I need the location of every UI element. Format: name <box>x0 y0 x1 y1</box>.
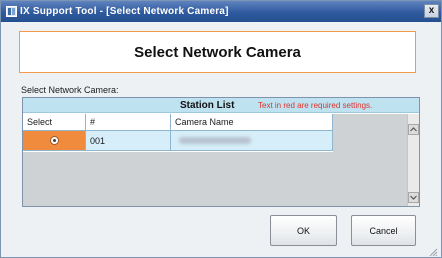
select-radio[interactable] <box>49 136 59 145</box>
select-cell[interactable] <box>23 131 86 150</box>
station-list-title: Station List <box>180 100 235 111</box>
header-panel: Select Network Camera <box>19 31 416 73</box>
column-header-row: Select # Camera Name <box>23 114 333 131</box>
app-icon <box>5 6 17 18</box>
camera-grid: Select # Camera Name 001 <box>23 114 333 152</box>
column-header-select[interactable]: Select <box>23 114 86 130</box>
window-title: IX Support Tool - [Select Network Camera… <box>20 6 229 17</box>
column-header-camera-name[interactable]: Camera Name <box>171 114 333 130</box>
select-camera-label: Select Network Camera: <box>21 85 119 95</box>
vertical-scrollbar[interactable] <box>407 114 419 206</box>
resize-grip-icon[interactable] <box>428 244 438 257</box>
empty-table-area <box>23 152 333 206</box>
column-header-number[interactable]: # <box>86 114 171 130</box>
close-button[interactable]: x <box>424 4 439 18</box>
page-title: Select Network Camera <box>134 43 301 61</box>
title-bar[interactable]: IX Support Tool - [Select Network Camera… <box>1 1 441 22</box>
station-list-table: Station List Text in red are required se… <box>22 97 420 207</box>
station-list-header: Station List Text in red are required se… <box>23 98 419 113</box>
scroll-down-icon[interactable] <box>408 192 419 203</box>
required-note: Text in red are required settings. <box>258 101 373 110</box>
camera-number: 001 <box>86 131 171 150</box>
dialog-window: IX Support Tool - [Select Network Camera… <box>0 0 442 258</box>
table-row[interactable]: 001 <box>23 131 333 151</box>
empty-column-area <box>333 114 408 206</box>
camera-name <box>171 131 333 150</box>
camera-name-redacted <box>179 137 251 144</box>
radio-selected-dot <box>52 139 56 142</box>
cancel-button[interactable]: Cancel <box>351 215 416 246</box>
scroll-up-icon[interactable] <box>408 124 419 135</box>
ok-button[interactable]: OK <box>270 215 337 246</box>
